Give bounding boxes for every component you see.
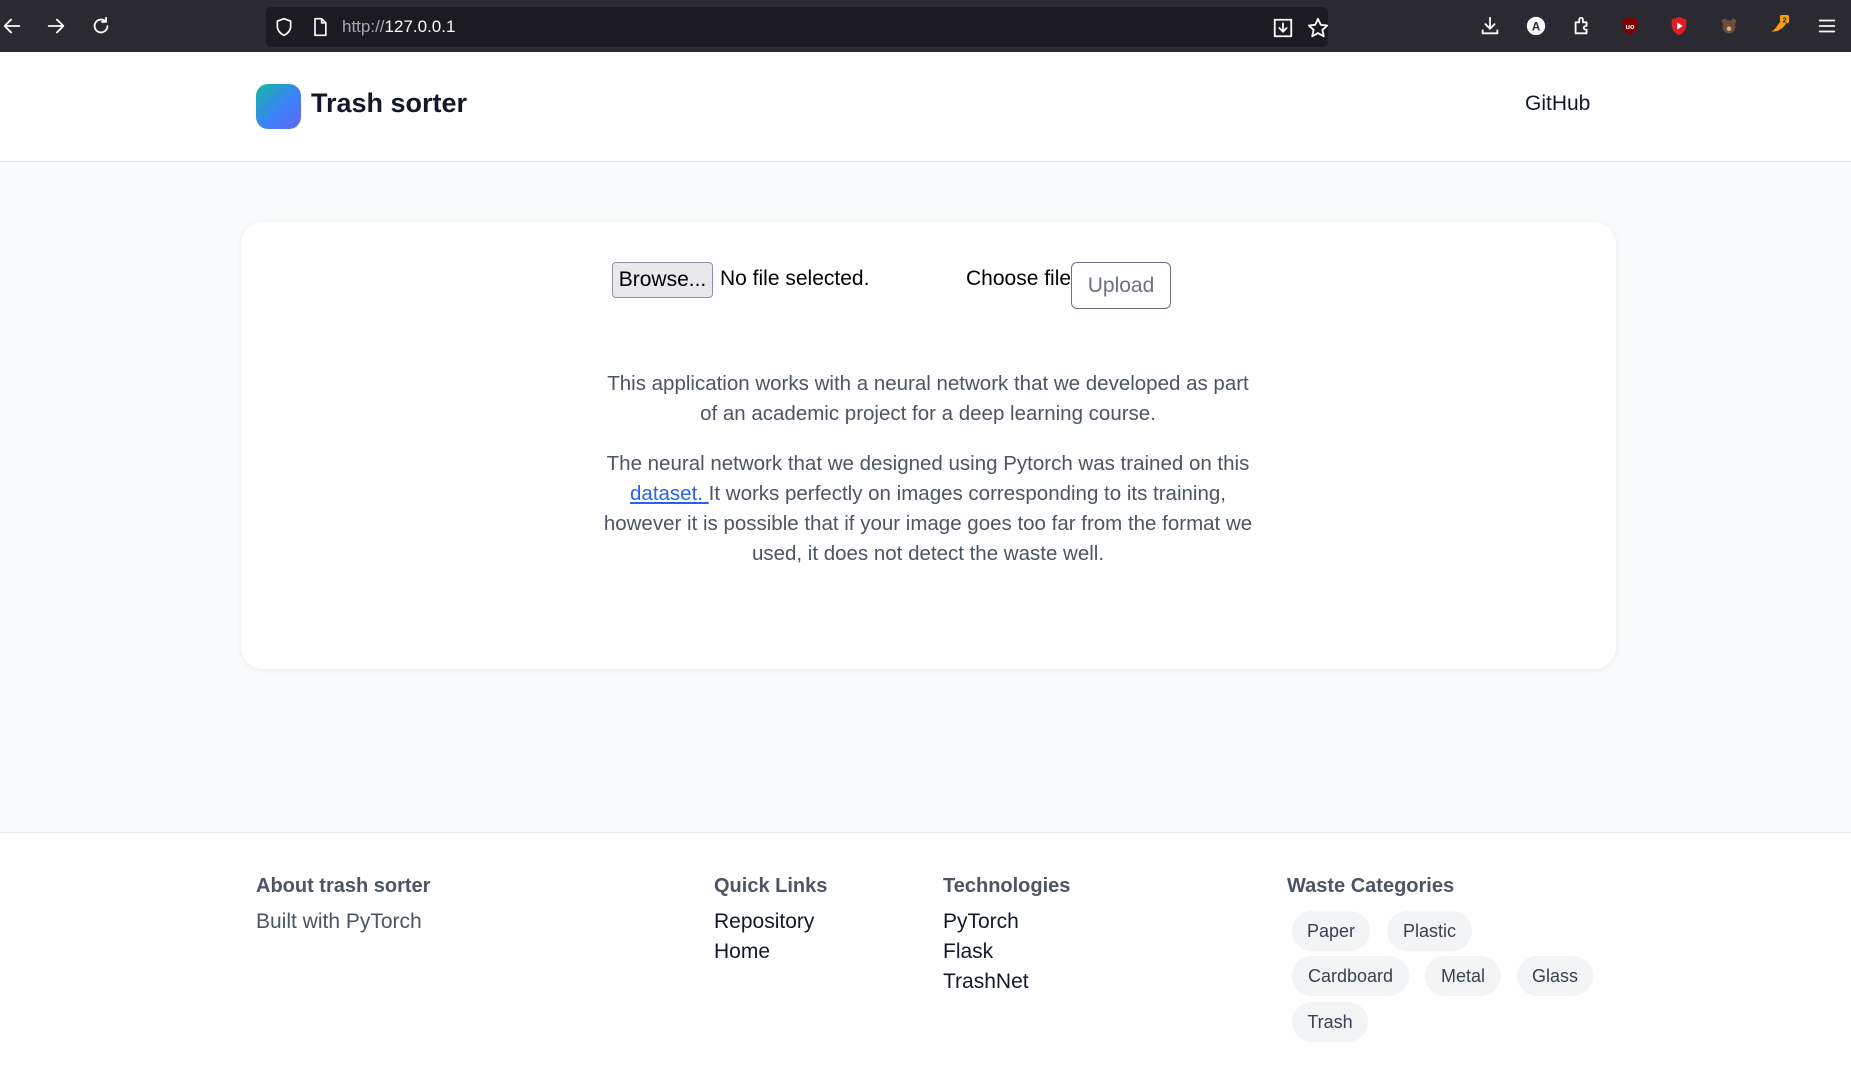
footer-about-text: Built with PyTorch [256, 910, 422, 933]
site-header: Trash sorter GitHub [0, 52, 1851, 162]
bookmark-star-icon[interactable] [1307, 17, 1329, 38]
logo-icon[interactable] [256, 84, 301, 129]
category-chip-glass: Glass [1517, 956, 1593, 996]
category-chip-trash: Trash [1292, 1002, 1368, 1042]
footer-waste-categories-heading: Waste Categories [1287, 875, 1455, 897]
category-chip-cardboard: Cardboard [1292, 956, 1409, 996]
youtube-icon[interactable] [1667, 14, 1691, 38]
file-status-text: No file selected. [720, 267, 870, 290]
url-text[interactable]: http://127.0.0.1 [342, 17, 455, 37]
description-paragraph-2: The neural network that we designed usin… [600, 449, 1256, 569]
footer-technologies-heading: Technologies [943, 875, 1071, 897]
paragraph-2-text-start: The neural network that we designed usin… [606, 452, 1250, 475]
category-chip-paper: Paper [1292, 911, 1370, 951]
footer-link-repository[interactable]: Repository [714, 910, 814, 934]
choose-file-label[interactable]: Choose file [966, 267, 1071, 291]
save-page-icon[interactable] [1272, 17, 1293, 38]
upload-button[interactable]: Upload [1071, 262, 1171, 309]
svg-text:A: A [1532, 20, 1541, 34]
back-arrow-icon[interactable] [0, 14, 24, 38]
footer-about-heading: About trash sorter [256, 875, 431, 897]
category-chip-metal: Metal [1425, 956, 1501, 996]
description-paragraph-1: This application works with a neural net… [607, 372, 1249, 425]
footer-quick-links-heading: Quick Links [714, 875, 828, 897]
footer-link-home[interactable]: Home [714, 940, 770, 964]
category-chip-plastic: Plastic [1387, 911, 1472, 951]
menu-icon[interactable] [1815, 14, 1839, 38]
upload-card [241, 222, 1616, 669]
reload-icon[interactable] [89, 14, 113, 38]
extensions-icon[interactable] [1570, 14, 1594, 38]
downloads-icon[interactable] [1478, 14, 1502, 38]
forward-arrow-icon[interactable] [44, 14, 68, 38]
site-footer: About trash sorter Built with PyTorch Qu… [0, 832, 1851, 1080]
extension-bear-icon[interactable] [1717, 14, 1741, 38]
brand-title[interactable]: Trash sorter [311, 88, 467, 119]
footer-tech-trashnet[interactable]: TrashNet [943, 970, 1029, 994]
svg-text:2: 2 [1782, 15, 1786, 24]
browse-button[interactable]: Browse... [612, 262, 713, 298]
url-bar[interactable]: http://127.0.0.1 [266, 7, 1329, 47]
ublock-icon[interactable]: uo [1618, 14, 1642, 38]
footer-tech-pytorch[interactable]: PyTorch [943, 910, 1019, 934]
extension-notify-icon[interactable]: 2 [1767, 14, 1791, 38]
footer-tech-flask[interactable]: Flask [943, 940, 993, 964]
browser-toolbar: http://127.0.0.1 A uo 2 [0, 0, 1851, 52]
url-protocol: http:// [342, 17, 385, 36]
page-icon[interactable] [310, 17, 330, 37]
github-link[interactable]: GitHub [1525, 92, 1590, 116]
account-icon[interactable]: A [1524, 14, 1548, 38]
svg-text:uo: uo [1626, 22, 1635, 31]
url-host: 127.0.0.1 [384, 17, 456, 36]
shield-icon[interactable] [274, 17, 294, 37]
dataset-link[interactable]: dataset. [630, 482, 709, 505]
